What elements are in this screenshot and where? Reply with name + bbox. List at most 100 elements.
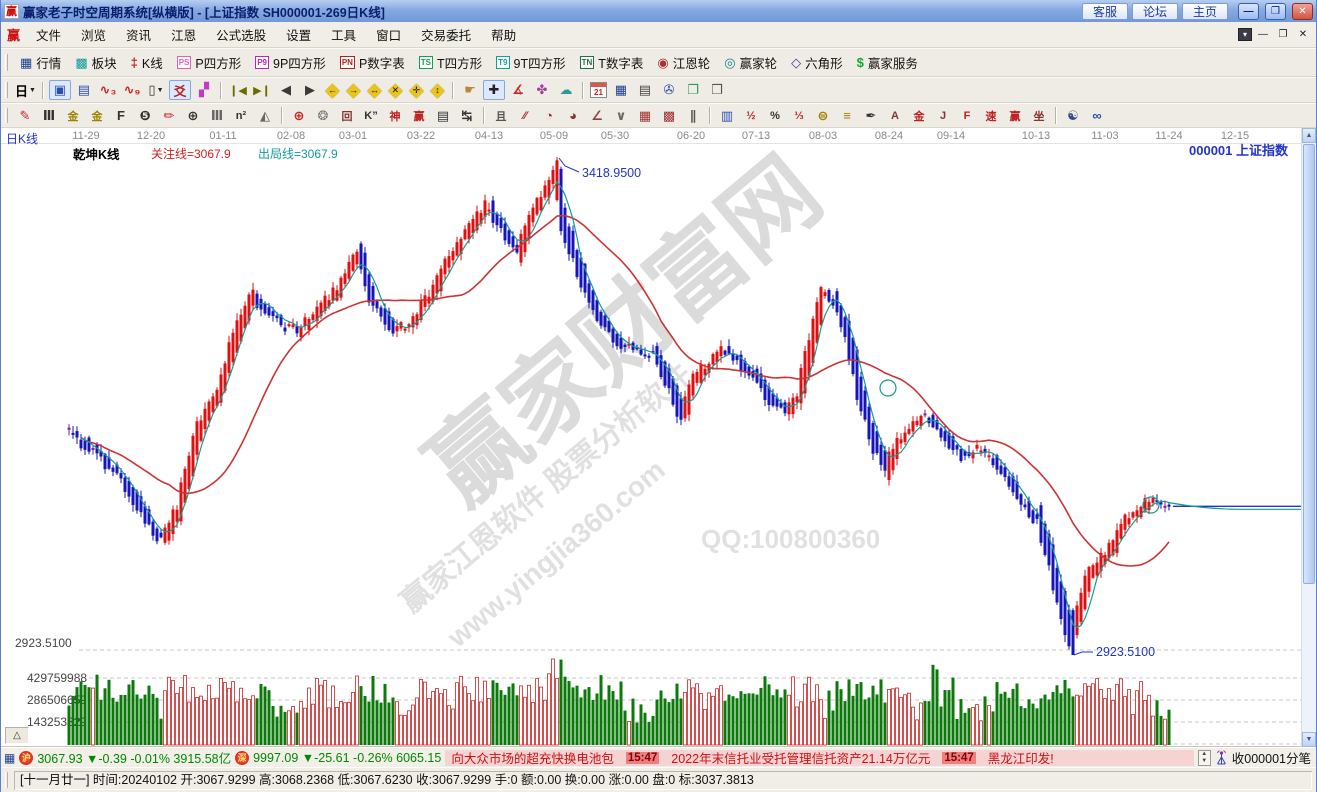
quote-grid-icon[interactable]: ▦ [4,751,15,765]
menu-item-工具[interactable]: 工具 [321,23,366,46]
tool-gold-circle[interactable]: ⊜ [812,106,834,126]
tool-width-measure[interactable]: ↹ [456,106,478,126]
tool-sit-angle[interactable]: 坐 [1028,106,1050,126]
tool-arc-pie[interactable]: ◔ [538,106,560,126]
tool-k-mark[interactable]: K” [360,106,382,126]
tool-mirror-angle[interactable]: ◭ [254,106,276,126]
child-minimize-button[interactable]: — [1254,27,1272,42]
tool-parallel-lines[interactable]: ∥ [682,106,704,126]
minimize-button[interactable]: — [1238,3,1259,20]
tool-price-scale[interactable]: ▥ [716,106,738,126]
toolbar-button-9p-square[interactable]: P99P四方形 [248,51,333,75]
scroll-down-icon[interactable]: ▼ [1302,732,1316,747]
tool-count-grid[interactable]: Ⅲ [206,106,228,126]
tool-pan-hand[interactable]: ☛ [459,80,481,100]
toolbar-button-winner-service[interactable]: $赢家服务 [850,51,925,75]
close-button[interactable]: ✕ [1292,3,1313,20]
tool-gold-grid-b[interactable]: 金 [86,106,108,126]
tool-expand-horizontal[interactable]: ◆↔ [365,81,384,100]
tool-a-fan[interactable]: A [884,106,906,126]
kline-canvas[interactable]: 赢家财富网赢家江恩软件 股票分析软件www.yingjia360.comQQ:1… [1,128,1303,747]
tool-square-spiral[interactable]: 回 [336,106,358,126]
tool-crosshair[interactable]: ✚ [483,80,505,100]
tool-gold-angle[interactable]: 金 [908,106,930,126]
tool-gann-flower[interactable]: ✤ [531,80,553,100]
tool-fibo-grid[interactable]: F [110,106,132,126]
child-close-button[interactable]: ✕ [1294,27,1312,42]
toolbar-button-sectors[interactable]: ▩板块 [68,51,123,75]
toolbar-button-kline[interactable]: ‡K线 [124,51,170,75]
tool-percent[interactable]: % [764,106,786,126]
quick-link-主页[interactable]: 主页 [1182,3,1228,20]
volume-pane-toggle-button[interactable]: △ [5,727,29,744]
tool-page-next[interactable]: ▶ [299,80,321,100]
tool-ink-pen[interactable]: ✒ [860,106,882,126]
tool-win-grid[interactable]: 赢 [408,106,430,126]
tool-f-angle[interactable]: F [956,106,978,126]
tool-percent-retrace[interactable]: ½ [740,106,762,126]
tool-period-day[interactable]: 日▼ [14,80,37,100]
toolbar-button-quotes[interactable]: ▦行情 [13,51,68,75]
tool-time-grid[interactable]: Ⅲ [38,106,60,126]
tool-last-page[interactable]: ▶❙ [251,80,273,100]
toolbar-button-t-square[interactable]: TST四方形 [412,51,489,75]
menu-item-浏览[interactable]: 浏览 [71,23,116,46]
tool-j-angle[interactable]: J [932,106,954,126]
tool-first-page[interactable]: ❙◀ [227,80,249,100]
tool-red-grid-a[interactable]: ▦ [634,106,656,126]
tool-copy-window[interactable]: ❐ [682,80,704,100]
tool-calendar[interactable]: 21 [590,82,607,98]
tool-percent-thirds[interactable]: ⅓ [788,106,810,126]
tool-wave-3[interactable]: ∿₃ [97,80,119,100]
tool-red-grid-b[interactable]: ▩ [658,106,680,126]
toolbar-button-p-square[interactable]: PSP四方形 [170,51,249,75]
tool-cycle-ruler[interactable]: ⊕ [182,106,204,126]
tool-speed-angle[interactable]: 速 [980,106,1002,126]
tool-fan-lines[interactable]: ∕∕ [514,106,536,126]
tool-arc-grid[interactable]: ◕ [562,106,584,126]
tool-smart-cloud[interactable]: ☁ [555,80,577,100]
menu-item-帮助[interactable]: 帮助 [481,23,526,46]
toolbar-button-9t-square[interactable]: T99T四方形 [489,51,572,75]
tool-shift-left[interactable]: ◆← [323,81,342,100]
tool-infinity[interactable]: ∞ [1086,106,1108,126]
tool-angle-fan[interactable]: ∠ [586,106,608,126]
tool-print[interactable]: ❒ [706,80,728,100]
toolbar-button-hexagon[interactable]: ◇六角形 [784,51,850,75]
tool-window-layout[interactable]: ▣ [49,80,71,100]
tool-shen-grid[interactable]: 神 [384,106,406,126]
tool-angle-pen[interactable]: ∡ [507,80,529,100]
tool-compress-chart[interactable]: ◆✕ [386,81,405,100]
toolbar-button-winner-wheel[interactable]: ◎赢家轮 [717,51,784,75]
tool-memo-pad[interactable]: ▤ [634,80,656,100]
quick-link-论坛[interactable]: 论坛 [1132,3,1178,20]
tool-gold-line[interactable]: ≡ [836,106,858,126]
tool-page-prev[interactable]: ◀ [275,80,297,100]
tool-n-square[interactable]: n² [230,106,252,126]
menu-item-公式选股[interactable]: 公式选股 [206,23,276,46]
tool-gann-box[interactable]: 且 [490,106,512,126]
child-restore-button[interactable]: ❐ [1274,27,1292,42]
tool-save[interactable]: ✇ [658,80,680,100]
menu-item-资讯[interactable]: 资讯 [116,23,161,46]
tool-color-chart[interactable]: ▞ [193,80,215,100]
tool-draw-pen[interactable]: ✏ [158,106,180,126]
scroll-thumb[interactable] [1303,144,1315,584]
scroll-up-icon[interactable]: ▲ [1302,128,1316,143]
tool-gold-grid-a[interactable]: 金 [62,106,84,126]
menu-item-设置[interactable]: 设置 [276,23,321,46]
restore-button[interactable]: ❐ [1265,3,1286,20]
toolbar-button-gann-wheel[interactable]: ◉江恩轮 [650,51,717,75]
menu-item-交易委托[interactable]: 交易委托 [411,23,481,46]
tool-f10-report[interactable]: ▤ [73,80,95,100]
ticker-spinner[interactable]: ▲▼ [1198,750,1211,766]
tool-wave-9[interactable]: ∿₉ [121,80,143,100]
tool-spiral-5[interactable]: ❺ [134,106,156,126]
tool-yin-yang[interactable]: ☯ [1062,106,1084,126]
menu-item-文件[interactable]: 文件 [26,23,71,46]
tool-shift-right[interactable]: ◆→ [344,81,363,100]
toolbar-options-button[interactable]: ▾ [1238,28,1252,41]
menu-item-江恩[interactable]: 江恩 [161,23,206,46]
tool-v-wave[interactable]: ∨ [610,106,632,126]
toolbar-button-p-number-table[interactable]: PNP数字表 [333,51,412,75]
